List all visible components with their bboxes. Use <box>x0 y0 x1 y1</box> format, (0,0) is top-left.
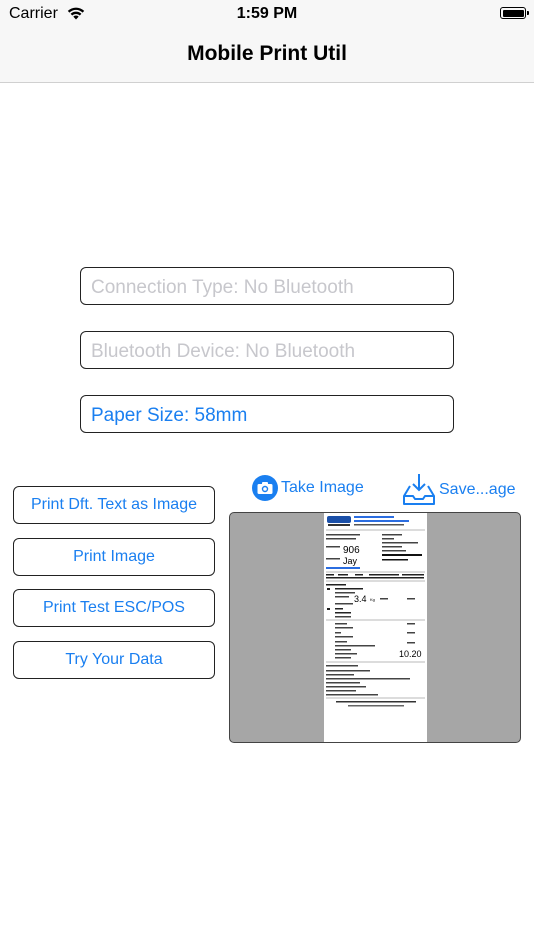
status-bar: Carrier 1:59 PM <box>0 0 534 28</box>
save-image-label: Save...age <box>439 481 516 498</box>
image-preview: 906 Jay 3.4 Kg 10.20 <box>229 512 521 743</box>
take-image-label: Take Image <box>281 479 364 496</box>
connection-type-field[interactable]: Connection Type: No Bluetooth <box>80 267 454 305</box>
battery-icon <box>500 7 529 19</box>
order-number: 906 <box>343 545 360 556</box>
camera-icon <box>252 475 278 501</box>
print-test-escpos-button[interactable]: Print Test ESC/POS <box>13 589 215 627</box>
page-title: Mobile Print Util <box>187 42 347 65</box>
navigation-bar: Mobile Print Util <box>0 28 534 83</box>
print-default-text-button[interactable]: Print Dft. Text as Image <box>13 486 215 524</box>
receipt-weight-unit: Kg <box>370 597 375 602</box>
clock: 1:59 PM <box>236 5 298 22</box>
bluetooth-device-field[interactable]: Bluetooth Device: No Bluetooth <box>80 331 454 369</box>
receipt-weight: 3.4 <box>354 594 367 604</box>
receipt-total: 10.20 <box>399 649 422 659</box>
print-image-button[interactable]: Print Image <box>13 538 215 576</box>
try-your-data-button[interactable]: Try Your Data <box>13 641 215 679</box>
paper-size-field[interactable]: Paper Size: 58mm <box>80 395 454 433</box>
download-tray-icon <box>403 474 435 505</box>
receipt-image: 906 Jay 3.4 Kg 10.20 <box>324 513 427 742</box>
receipt-content: 906 Jay 3.4 Kg 10.20 <box>326 516 425 707</box>
customer-name: Jay <box>343 556 358 566</box>
